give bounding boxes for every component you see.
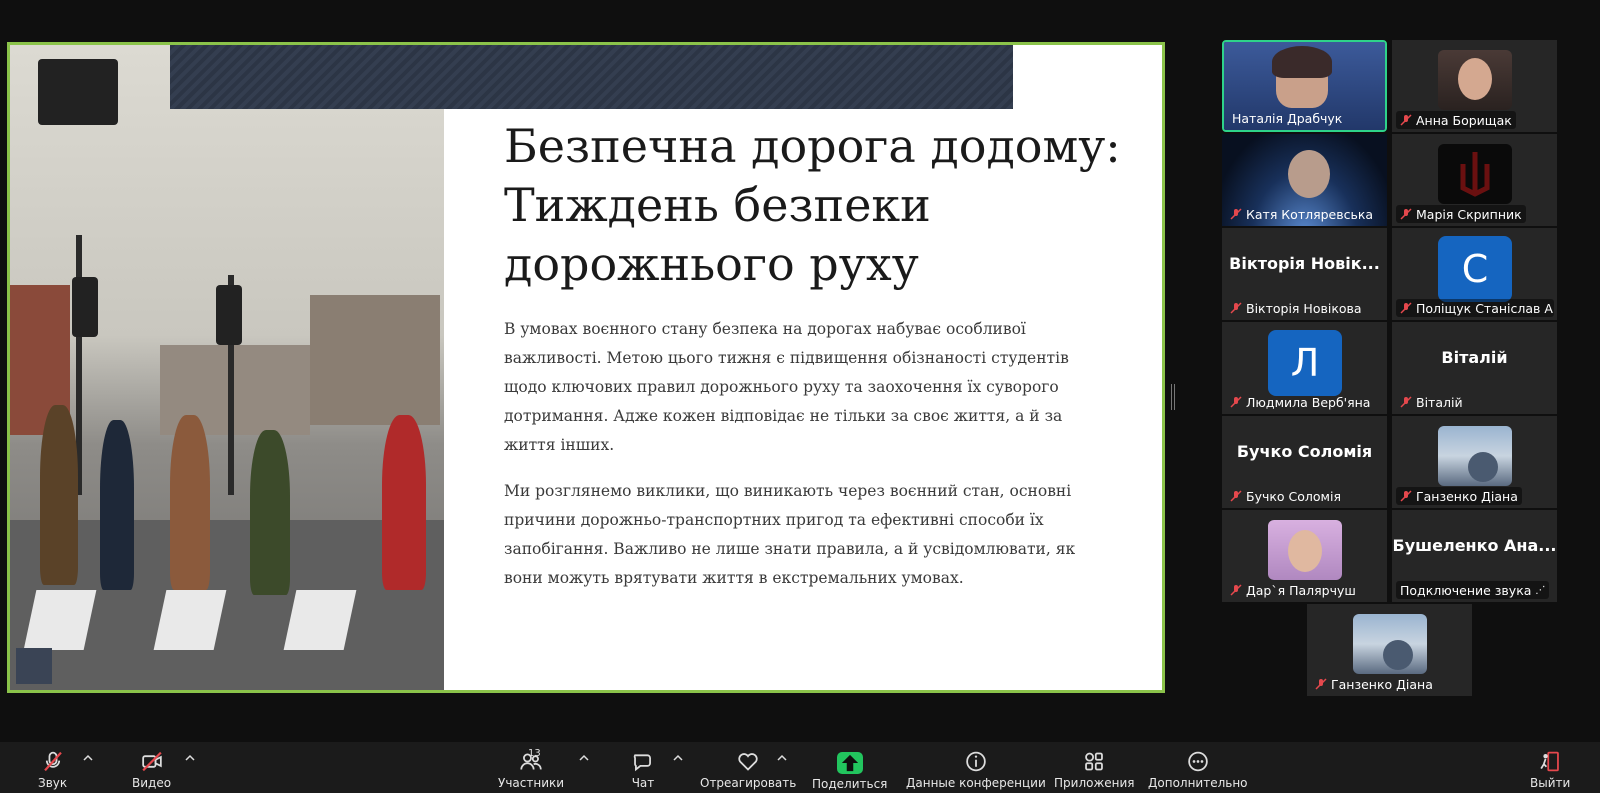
leave-button[interactable]: Выйти [1530,750,1570,790]
apps-icon [1085,752,1104,771]
video-button[interactable]: Видео [132,750,171,790]
chevron-up-icon[interactable] [672,752,684,764]
participant-name-label: Бучко Соломія [1226,487,1345,505]
more-icon [1188,751,1208,772]
participant-tile[interactable]: Марія Скрипник [1392,134,1557,226]
participant-name-label: Подключение звука ⋰ [1396,581,1550,599]
participant-tile[interactable]: Катя Котляревська [1222,134,1387,226]
slide-paragraph-1: В умовах воєнного стану безпека на дорог… [504,320,1069,454]
split-view-handle[interactable] [1171,384,1175,410]
participant-tile[interactable]: Ганзенко Діана [1392,416,1557,508]
mic-muted-icon [1315,678,1327,690]
participant-name-label: Марія Скрипник [1396,205,1526,223]
meeting-toolbar: Звук Видео 13 Участники Чат Отреагироват… [0,742,1600,793]
participant-name-label: Дар`я Палярчуш [1226,581,1360,599]
chevron-up-icon[interactable] [82,752,94,764]
participant-video [1268,520,1342,580]
chat-icon [633,754,651,772]
slide-photo [10,45,444,690]
mic-muted-icon [43,751,62,772]
participant-name-label: Вікторія Новікова [1226,299,1366,317]
participant-video [1438,144,1512,204]
connecting-dots-icon: ⋰ [1535,584,1546,596]
participant-tile[interactable]: Л Людмила Верб'яна [1222,322,1387,414]
participants-button[interactable]: 13 Участники [498,748,564,790]
mic-muted-icon [1230,208,1242,220]
share-screen-button[interactable]: Поделиться [812,750,887,791]
more-button[interactable]: Дополнительно [1148,750,1248,790]
participant-name-label: Ганзенко Діана [1311,675,1437,693]
audio-button[interactable]: Звук [38,750,67,790]
participant-name-label: Ганзенко Діана [1396,487,1522,505]
slide-corner-mark [16,648,52,684]
mic-muted-icon [1400,302,1412,314]
mic-muted-icon [1230,396,1242,408]
info-icon [966,751,986,772]
participants-count: 13 [528,748,541,759]
mic-muted-icon [1400,490,1412,502]
participant-tile[interactable]: Віталій Віталій [1392,322,1557,414]
participant-display-name: Віталій [1441,348,1508,367]
heart-icon [738,753,758,771]
participant-tile[interactable]: Бушеленко Ана... Подключение звука ⋰ [1392,510,1557,602]
mic-muted-icon [1230,584,1242,596]
participant-name-label: Людмила Верб'яна [1226,393,1374,411]
participant-video [1438,426,1512,486]
shared-screen: Безпечна дорога додому: Тиждень безпеки … [7,42,1165,693]
participant-name-label: Віталій [1396,393,1467,411]
chat-button[interactable]: Чат [630,750,656,790]
mic-muted-icon [1400,396,1412,408]
participant-tile[interactable]: Вікторія Новік... Вікторія Новікова [1222,228,1387,320]
participant-name-label: Наталія Драбчук [1232,110,1343,126]
participant-tile[interactable]: Бучко Соломія Бучко Соломія [1222,416,1387,508]
participant-video [1353,614,1427,674]
participant-name-label: Анна Борищак [1396,111,1516,129]
mic-muted-icon [1230,302,1242,314]
chevron-up-icon[interactable] [776,752,788,764]
mic-muted-icon [1400,208,1412,220]
participant-name-label: Поліщук Станіслав Ан... [1396,299,1554,317]
participant-tile[interactable]: Наталія Драбчук [1222,40,1387,132]
participant-tile[interactable]: С Поліщук Станіслав Ан... [1392,228,1557,320]
participant-video [1438,50,1512,110]
participant-display-name: Бучко Соломія [1236,442,1373,461]
trident-icon [1460,152,1490,197]
participant-avatar: С [1438,236,1512,302]
participant-tile[interactable]: Анна Борищак [1392,40,1557,132]
participant-display-name: Бушеленко Ана... [1392,536,1557,555]
participant-name-label: Катя Котляревська [1226,205,1377,223]
slide-title: Безпечна дорога додому: Тиждень безпеки … [504,119,1121,291]
slide-banner [170,45,1013,109]
apps-button[interactable]: Приложения [1054,750,1135,790]
chevron-up-icon[interactable] [578,752,590,764]
share-screen-icon [836,752,863,774]
chevron-up-icon[interactable] [184,752,196,764]
camera-off-icon [141,751,162,772]
slide-paragraph-2: Ми розглянемо виклики, що виникають чере… [504,482,1076,587]
meeting-info-button[interactable]: Данные конференции [906,750,1046,790]
participant-tile[interactable]: Дар`я Палярчуш [1222,510,1387,602]
participant-display-name: Вікторія Новік... [1229,254,1380,273]
participant-tile[interactable]: Ганзенко Діана [1307,604,1472,696]
mic-muted-icon [1400,114,1412,126]
participant-avatar: Л [1268,330,1342,396]
mic-muted-icon [1230,490,1242,502]
leave-icon [1540,751,1559,772]
